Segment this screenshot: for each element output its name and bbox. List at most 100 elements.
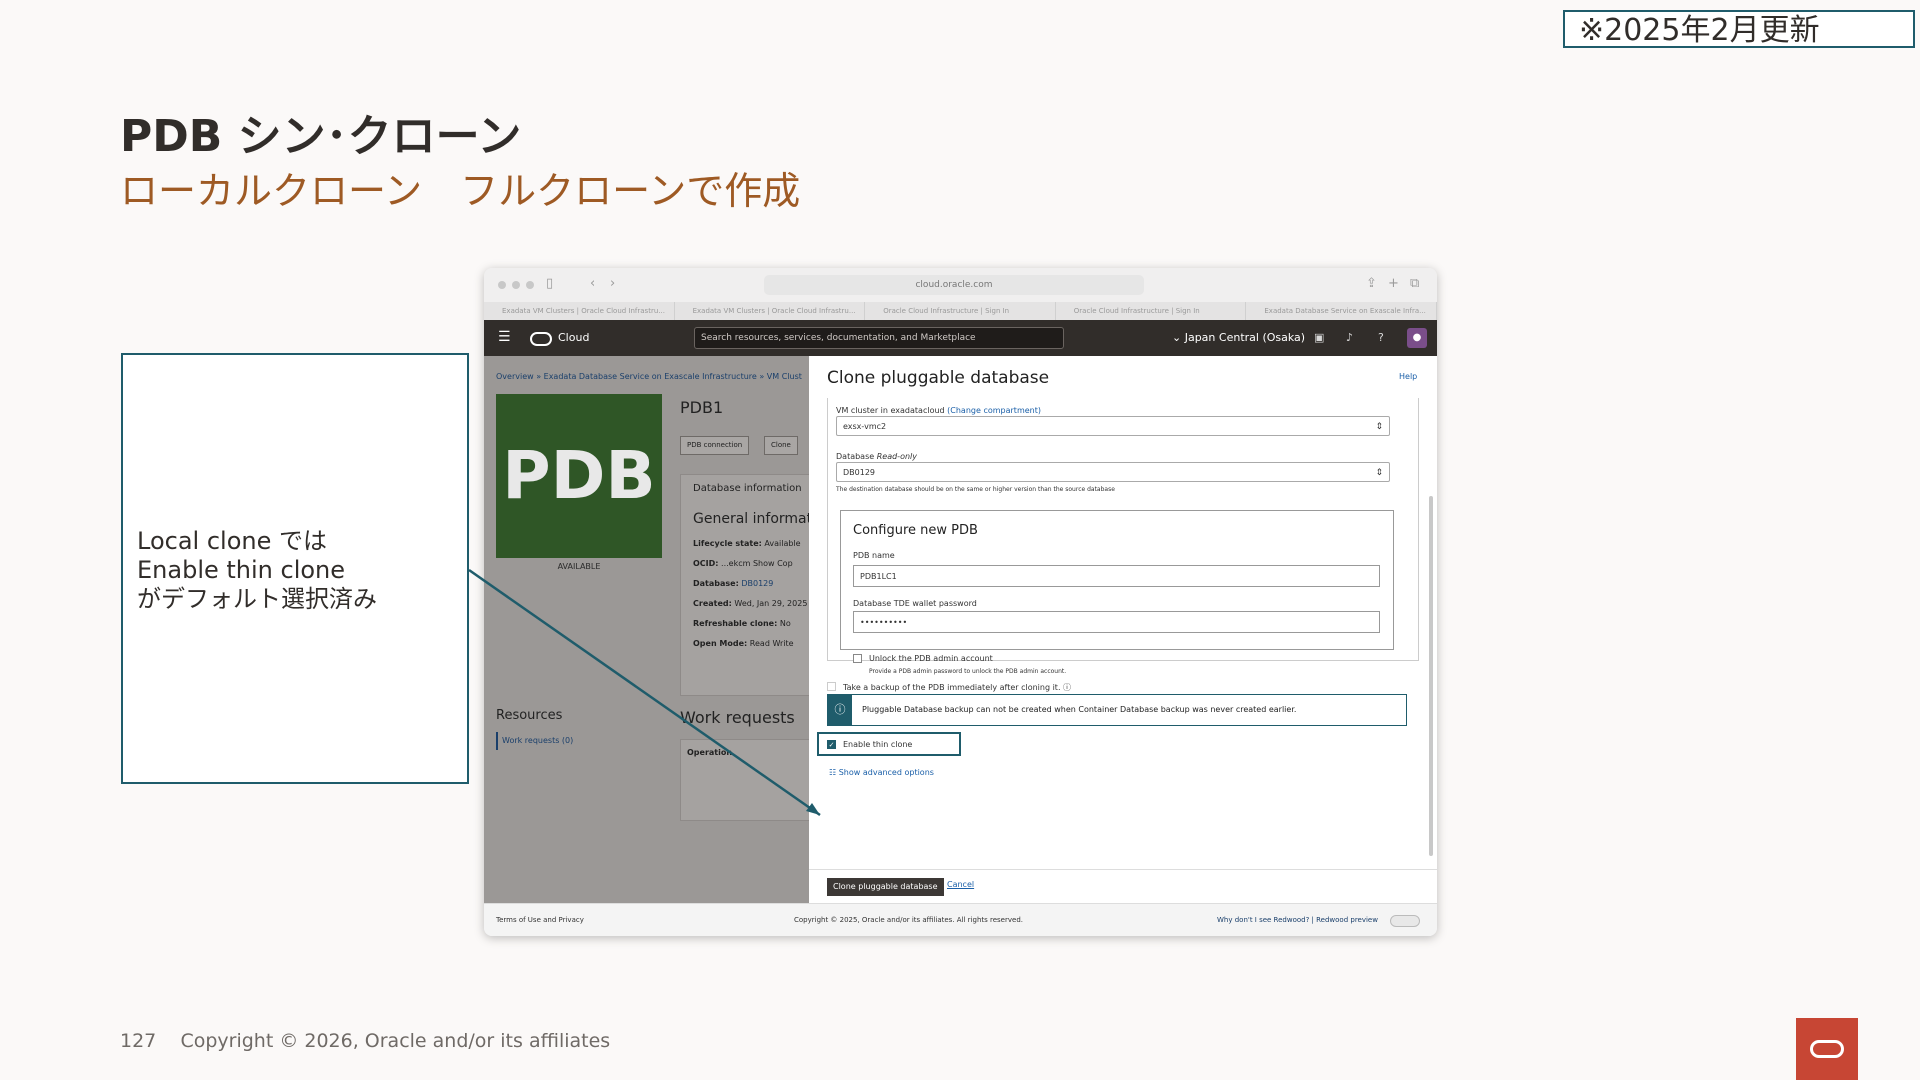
info-label: Open Mode: (693, 639, 748, 648)
slide-footer: 127 Copyright © 2026, Oracle and/or its … (120, 1030, 610, 1052)
backup-checkbox[interactable] (827, 682, 836, 691)
region-selector[interactable]: ⌄ Japan Central (Osaka) (1172, 331, 1305, 344)
advanced-options-text: Show advanced options (838, 768, 934, 777)
back-icon[interactable]: ‹ (590, 276, 595, 291)
settings-icon: ☷ (829, 768, 837, 777)
callout-line: Enable thin clone (137, 556, 346, 584)
work-requests-link[interactable]: Work requests (0) (496, 732, 617, 750)
info-row: Open Mode: Read Write (693, 639, 794, 648)
forward-icon[interactable]: › (610, 276, 615, 291)
unlock-admin-hint: Provide a PDB admin password to unlock t… (869, 668, 1067, 675)
terms-link[interactable]: Terms of Use and Privacy (496, 916, 584, 924)
info-row: Created: Wed, Jan 29, 2025 (693, 599, 807, 608)
pdb-name-input[interactable]: PDB1LC1 (853, 565, 1380, 587)
cloud-brand[interactable]: Cloud (558, 331, 589, 344)
pdb-details-page: Overview » Exadata Database Service on E… (484, 356, 817, 903)
slide-title: PDB シン･クローン (120, 111, 522, 162)
drawer-scrollbar[interactable] (1429, 496, 1433, 856)
wallet-password-input[interactable]: •••••••••• (853, 611, 1380, 633)
info-value[interactable]: ...ekcm Show Cop (721, 559, 793, 568)
browser-tab[interactable]: Oracle Cloud Infrastructure | Sign In (1056, 302, 1247, 320)
new-tab-icon[interactable]: + (1388, 276, 1399, 291)
drawer-footer: Clone pluggable database Cancel (809, 869, 1437, 904)
browser-tab-active[interactable]: Exadata Database Service on Exascale Inf… (1246, 302, 1437, 320)
thin-clone-checkbox[interactable]: ✓ (827, 740, 836, 749)
update-note: ※2025年2月更新 (1563, 10, 1915, 48)
help-icon[interactable]: ? (1378, 331, 1384, 344)
redwood-link[interactable]: Why don't I see Redwood? | Redwood previ… (1217, 916, 1378, 924)
callout-text: Local clone では Enable thin clone がデフォルト選… (137, 527, 377, 614)
vm-cluster-label: VM cluster in exadatacloud (Change compa… (836, 406, 1041, 415)
info-icon: ⓘ (828, 695, 852, 725)
breadcrumb[interactable]: Overview » Exadata Database Service on E… (496, 372, 802, 381)
info-icon[interactable]: ⓘ (1063, 683, 1071, 692)
resources-heading: Resources (496, 708, 563, 723)
info-value: No (779, 619, 791, 628)
backup-label: Take a backup of the PDB immediately aft… (843, 682, 1071, 693)
info-label: Database: (693, 579, 739, 588)
pdb-connection-button[interactable]: PDB connection (680, 436, 750, 455)
page-title: PDB1 (680, 398, 724, 417)
vm-cluster-select[interactable]: exsx-vmc2 ⇕ (836, 416, 1390, 436)
browser-tabs: Exadata VM Clusters | Oracle Cloud Infra… (484, 302, 1437, 320)
share-icon[interactable]: ⇪ (1366, 276, 1377, 291)
info-label: Lifecycle state: (693, 539, 762, 548)
console-icon[interactable]: ▣ (1314, 331, 1324, 344)
database-label: Database Read-only (836, 452, 917, 461)
database-hint: The destination database should be on th… (836, 486, 1115, 493)
help-link[interactable]: Help (1399, 372, 1417, 381)
console-copyright: Copyright © 2025, Oracle and/or its affi… (794, 916, 1023, 924)
chevron-updown-icon: ⇕ (1375, 468, 1383, 478)
bell-icon[interactable]: ♪ (1346, 331, 1353, 344)
redwood-toggle[interactable] (1390, 915, 1420, 927)
info-heading: General informat (693, 511, 813, 527)
table-header-operation[interactable]: Operation (687, 748, 732, 757)
slide-copyright: Copyright © 2026, Oracle and/or its affi… (180, 1030, 611, 1052)
callout-line: Local clone では (137, 527, 327, 555)
menu-icon[interactable]: ☰ (498, 329, 511, 345)
console-footer: Terms of Use and Privacy Copyright © 202… (484, 903, 1437, 936)
url-bar[interactable]: cloud.oracle.com (764, 275, 1144, 295)
info-row: Lifecycle state: Available (693, 539, 801, 548)
tabs-overview-icon[interactable]: ⧉ (1410, 276, 1419, 291)
info-tab[interactable]: Database information (693, 483, 802, 494)
slide-subtitle: ローカルクローン フルクローンで作成 (120, 169, 801, 213)
info-label: OCID: (693, 559, 719, 568)
clone-button[interactable]: Clone (764, 436, 798, 455)
status-badge: AVAILABLE (557, 562, 601, 571)
info-row: Refreshable clone: No (693, 619, 791, 628)
pdb-tile: PDB (496, 394, 662, 558)
database-select[interactable]: DB0129 ⇕ (836, 462, 1390, 482)
page-number: 127 (120, 1030, 157, 1052)
chevron-updown-icon: ⇕ (1375, 422, 1383, 432)
sidebar-icon[interactable]: ▯ (546, 276, 553, 291)
browser-tab[interactable]: Exadata VM Clusters | Oracle Cloud Infra… (675, 302, 866, 320)
vm-cluster-label-text: VM cluster in exadatacloud (836, 406, 945, 415)
unlock-admin-checkbox[interactable] (853, 654, 862, 663)
info-row: OCID: ...ekcm Show Cop (693, 559, 793, 568)
callout-line: がデフォルト選択済み (137, 585, 377, 613)
browser-tab[interactable]: Exadata VM Clusters | Oracle Cloud Infra… (484, 302, 675, 320)
info-label: Refreshable clone: (693, 619, 778, 628)
cancel-button[interactable]: Cancel (947, 880, 974, 889)
notice-text: Pluggable Database backup can not be cre… (862, 705, 1297, 714)
work-requests-heading: Work requests (680, 708, 795, 727)
user-avatar-icon[interactable]: ● (1407, 328, 1427, 348)
thin-clone-label: Enable thin clone (843, 740, 913, 749)
info-value: Read Write (749, 639, 794, 648)
configure-pdb-section: Configure new PDB PDB name PDB1LC1 Datab… (840, 510, 1394, 650)
info-value[interactable]: DB0129 (741, 579, 773, 588)
oracle-logo-icon (1796, 1018, 1858, 1080)
advanced-options-link[interactable]: ☷ Show advanced options (829, 768, 934, 777)
oracle-logo-icon[interactable] (530, 332, 552, 346)
search-input[interactable]: Search resources, services, documentatio… (694, 327, 1064, 349)
clone-pdb-drawer: Clone pluggable database Help VM cluster… (809, 356, 1437, 904)
region-label: Japan Central (Osaka) (1184, 331, 1306, 344)
callout-box: Local clone では Enable thin clone がデフォルト選… (121, 353, 469, 784)
info-panel: Database information General informat Li… (680, 474, 817, 696)
browser-tab[interactable]: Oracle Cloud Infrastructure | Sign In (865, 302, 1056, 320)
browser-window: ▯ ‹ › cloud.oracle.com ⇪ + ⧉ Exadata VM … (484, 268, 1437, 936)
clone-pdb-submit-button[interactable]: Clone pluggable database (827, 878, 944, 896)
change-compartment-link[interactable]: (Change compartment) (947, 406, 1041, 415)
window-controls[interactable] (498, 281, 534, 289)
